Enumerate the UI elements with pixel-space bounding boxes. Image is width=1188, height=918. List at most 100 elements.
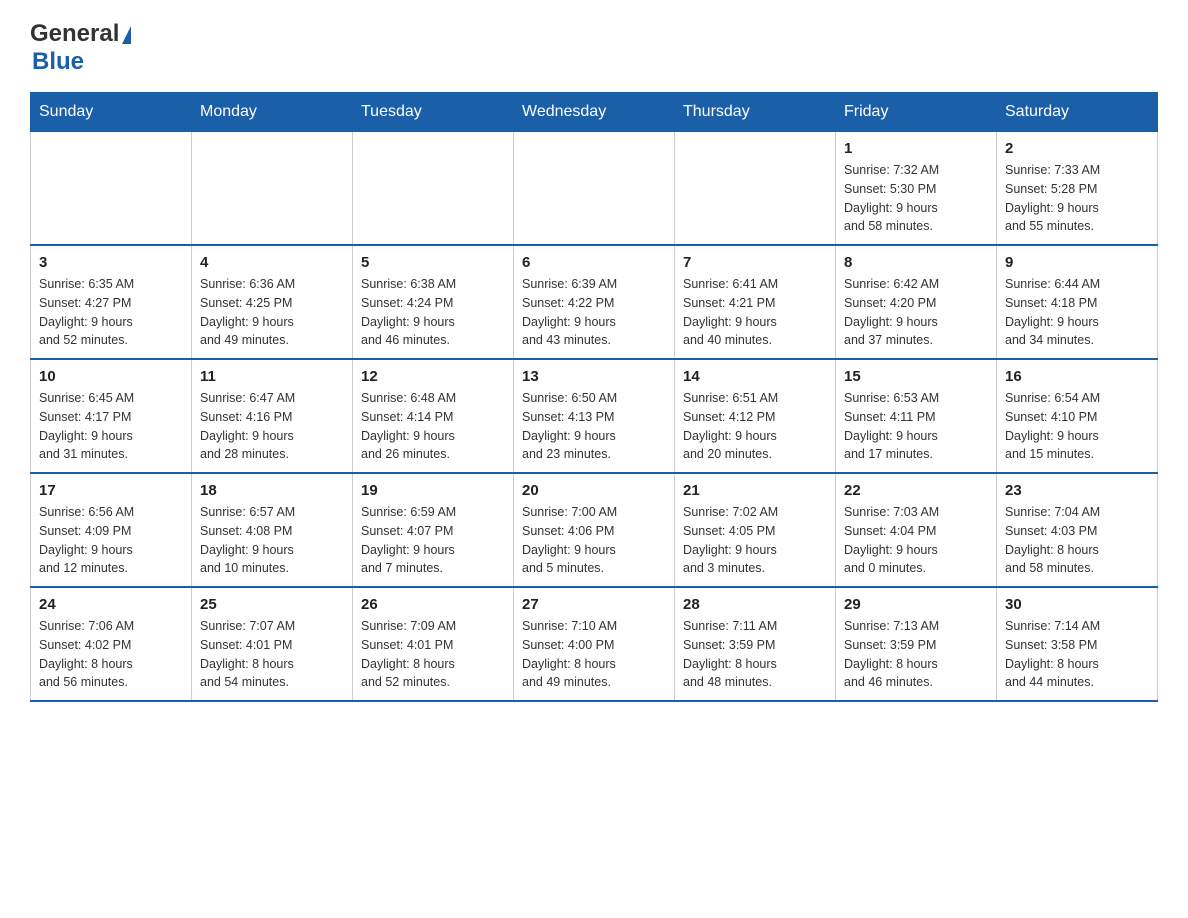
day-cell: 3 Sunrise: 6:35 AM Sunset: 4:27 PM Daylig… (31, 245, 192, 359)
day-cell: 15 Sunrise: 6:53 AM Sunset: 4:11 PM Dayli… (836, 359, 997, 473)
day-info: Sunrise: 6:56 AM Sunset: 4:09 PM Dayligh… (39, 503, 183, 578)
day-cell (192, 132, 353, 246)
header-saturday: Saturday (997, 93, 1158, 132)
day-number: 26 (361, 596, 505, 613)
day-info: Sunrise: 6:44 AM Sunset: 4:18 PM Dayligh… (1005, 275, 1149, 350)
day-info: Sunrise: 7:07 AM Sunset: 4:01 PM Dayligh… (200, 617, 344, 692)
day-info: Sunrise: 7:02 AM Sunset: 4:05 PM Dayligh… (683, 503, 827, 578)
week-row-1: 1 Sunrise: 7:32 AM Sunset: 5:30 PM Daylig… (31, 132, 1158, 246)
day-number: 15 (844, 368, 988, 385)
header-wednesday: Wednesday (514, 93, 675, 132)
day-number: 22 (844, 482, 988, 499)
day-cell (675, 132, 836, 246)
day-info: Sunrise: 7:32 AM Sunset: 5:30 PM Dayligh… (844, 161, 988, 236)
day-info: Sunrise: 6:48 AM Sunset: 4:14 PM Dayligh… (361, 389, 505, 464)
day-cell: 7 Sunrise: 6:41 AM Sunset: 4:21 PM Daylig… (675, 245, 836, 359)
day-cell: 5Sunrise: 6:38 AM Sunset: 4:24 PM Daylig… (353, 245, 514, 359)
day-number: 7 (683, 254, 827, 271)
day-info: Sunrise: 7:03 AM Sunset: 4:04 PM Dayligh… (844, 503, 988, 578)
header-friday: Friday (836, 93, 997, 132)
day-info: Sunrise: 6:39 AM Sunset: 4:22 PM Dayligh… (522, 275, 666, 350)
day-info: Sunrise: 6:41 AM Sunset: 4:21 PM Dayligh… (683, 275, 827, 350)
day-info: Sunrise: 7:09 AM Sunset: 4:01 PM Dayligh… (361, 617, 505, 692)
day-info: Sunrise: 7:13 AM Sunset: 3:59 PM Dayligh… (844, 617, 988, 692)
day-cell: 1 Sunrise: 7:32 AM Sunset: 5:30 PM Daylig… (836, 132, 997, 246)
logo-area: General Blue (30, 20, 131, 76)
day-cell: 12 Sunrise: 6:48 AM Sunset: 4:14 PM Dayli… (353, 359, 514, 473)
day-cell: 25 Sunrise: 7:07 AM Sunset: 4:01 PM Dayli… (192, 587, 353, 701)
day-cell: 19 Sunrise: 6:59 AM Sunset: 4:07 PM Dayli… (353, 473, 514, 587)
day-info: Sunrise: 7:33 AM Sunset: 5:28 PM Dayligh… (1005, 161, 1149, 236)
calendar-header-row: SundayMondayTuesdayWednesdayThursdayFrid… (31, 93, 1158, 132)
day-info: Sunrise: 6:54 AM Sunset: 4:10 PM Dayligh… (1005, 389, 1149, 464)
day-cell: 28 Sunrise: 7:11 AM Sunset: 3:59 PM Dayli… (675, 587, 836, 701)
day-info: Sunrise: 6:45 AM Sunset: 4:17 PM Dayligh… (39, 389, 183, 464)
header-monday: Monday (192, 93, 353, 132)
day-info: Sunrise: 7:04 AM Sunset: 4:03 PM Dayligh… (1005, 503, 1149, 578)
day-cell: 11 Sunrise: 6:47 AM Sunset: 4:16 PM Dayli… (192, 359, 353, 473)
day-number: 30 (1005, 596, 1149, 613)
day-number: 8 (844, 254, 988, 271)
day-cell: 10 Sunrise: 6:45 AM Sunset: 4:17 PM Dayli… (31, 359, 192, 473)
week-row-3: 10 Sunrise: 6:45 AM Sunset: 4:17 PM Dayli… (31, 359, 1158, 473)
day-cell (353, 132, 514, 246)
day-number: 20 (522, 482, 666, 499)
day-number: 16 (1005, 368, 1149, 385)
header: General Blue (30, 20, 1158, 76)
day-cell (514, 132, 675, 246)
day-number: 1 (844, 140, 988, 157)
day-cell: 27 Sunrise: 7:10 AM Sunset: 4:00 PM Dayli… (514, 587, 675, 701)
day-info: Sunrise: 7:11 AM Sunset: 3:59 PM Dayligh… (683, 617, 827, 692)
day-number: 19 (361, 482, 505, 499)
day-cell: 16 Sunrise: 6:54 AM Sunset: 4:10 PM Dayli… (997, 359, 1158, 473)
day-info: Sunrise: 7:06 AM Sunset: 4:02 PM Dayligh… (39, 617, 183, 692)
day-number: 4 (200, 254, 344, 271)
header-thursday: Thursday (675, 93, 836, 132)
day-info: Sunrise: 6:53 AM Sunset: 4:11 PM Dayligh… (844, 389, 988, 464)
day-number: 11 (200, 368, 344, 385)
day-info: Sunrise: 7:10 AM Sunset: 4:00 PM Dayligh… (522, 617, 666, 692)
day-info: Sunrise: 6:47 AM Sunset: 4:16 PM Dayligh… (200, 389, 344, 464)
calendar-table: SundayMondayTuesdayWednesdayThursdayFrid… (30, 92, 1158, 702)
logo-triangle-icon (122, 26, 131, 44)
header-sunday: Sunday (31, 93, 192, 132)
week-row-4: 17 Sunrise: 6:56 AM Sunset: 4:09 PM Dayli… (31, 473, 1158, 587)
day-number: 25 (200, 596, 344, 613)
day-info: Sunrise: 7:14 AM Sunset: 3:58 PM Dayligh… (1005, 617, 1149, 692)
week-row-2: 3 Sunrise: 6:35 AM Sunset: 4:27 PM Daylig… (31, 245, 1158, 359)
day-cell: 20 Sunrise: 7:00 AM Sunset: 4:06 PM Dayli… (514, 473, 675, 587)
logo-blue-text: Blue (32, 48, 84, 75)
day-info: Sunrise: 7:00 AM Sunset: 4:06 PM Dayligh… (522, 503, 666, 578)
day-number: 13 (522, 368, 666, 385)
day-number: 17 (39, 482, 183, 499)
day-cell: 22 Sunrise: 7:03 AM Sunset: 4:04 PM Dayli… (836, 473, 997, 587)
day-cell: 26 Sunrise: 7:09 AM Sunset: 4:01 PM Dayli… (353, 587, 514, 701)
day-number: 5 (361, 254, 505, 271)
day-number: 27 (522, 596, 666, 613)
day-cell: 18Sunrise: 6:57 AM Sunset: 4:08 PM Dayli… (192, 473, 353, 587)
week-row-5: 24 Sunrise: 7:06 AM Sunset: 4:02 PM Dayli… (31, 587, 1158, 701)
day-number: 10 (39, 368, 183, 385)
day-info: Sunrise: 6:51 AM Sunset: 4:12 PM Dayligh… (683, 389, 827, 464)
day-number: 2 (1005, 140, 1149, 157)
day-info: Sunrise: 6:35 AM Sunset: 4:27 PM Dayligh… (39, 275, 183, 350)
day-info: Sunrise: 6:42 AM Sunset: 4:20 PM Dayligh… (844, 275, 988, 350)
day-cell: 23Sunrise: 7:04 AM Sunset: 4:03 PM Dayli… (997, 473, 1158, 587)
day-cell: 4Sunrise: 6:36 AM Sunset: 4:25 PM Daylig… (192, 245, 353, 359)
day-cell: 13Sunrise: 6:50 AM Sunset: 4:13 PM Dayli… (514, 359, 675, 473)
logo-row: General (30, 20, 131, 48)
logo-general-text: General (30, 20, 119, 48)
day-cell: 30 Sunrise: 7:14 AM Sunset: 3:58 PM Dayli… (997, 587, 1158, 701)
day-number: 14 (683, 368, 827, 385)
header-tuesday: Tuesday (353, 93, 514, 132)
day-cell: 17 Sunrise: 6:56 AM Sunset: 4:09 PM Dayli… (31, 473, 192, 587)
day-cell: 6Sunrise: 6:39 AM Sunset: 4:22 PM Daylig… (514, 245, 675, 359)
day-info: Sunrise: 6:59 AM Sunset: 4:07 PM Dayligh… (361, 503, 505, 578)
day-cell: 29Sunrise: 7:13 AM Sunset: 3:59 PM Dayli… (836, 587, 997, 701)
day-number: 3 (39, 254, 183, 271)
day-number: 24 (39, 596, 183, 613)
day-number: 21 (683, 482, 827, 499)
day-number: 12 (361, 368, 505, 385)
day-number: 28 (683, 596, 827, 613)
day-cell: 21 Sunrise: 7:02 AM Sunset: 4:05 PM Dayli… (675, 473, 836, 587)
